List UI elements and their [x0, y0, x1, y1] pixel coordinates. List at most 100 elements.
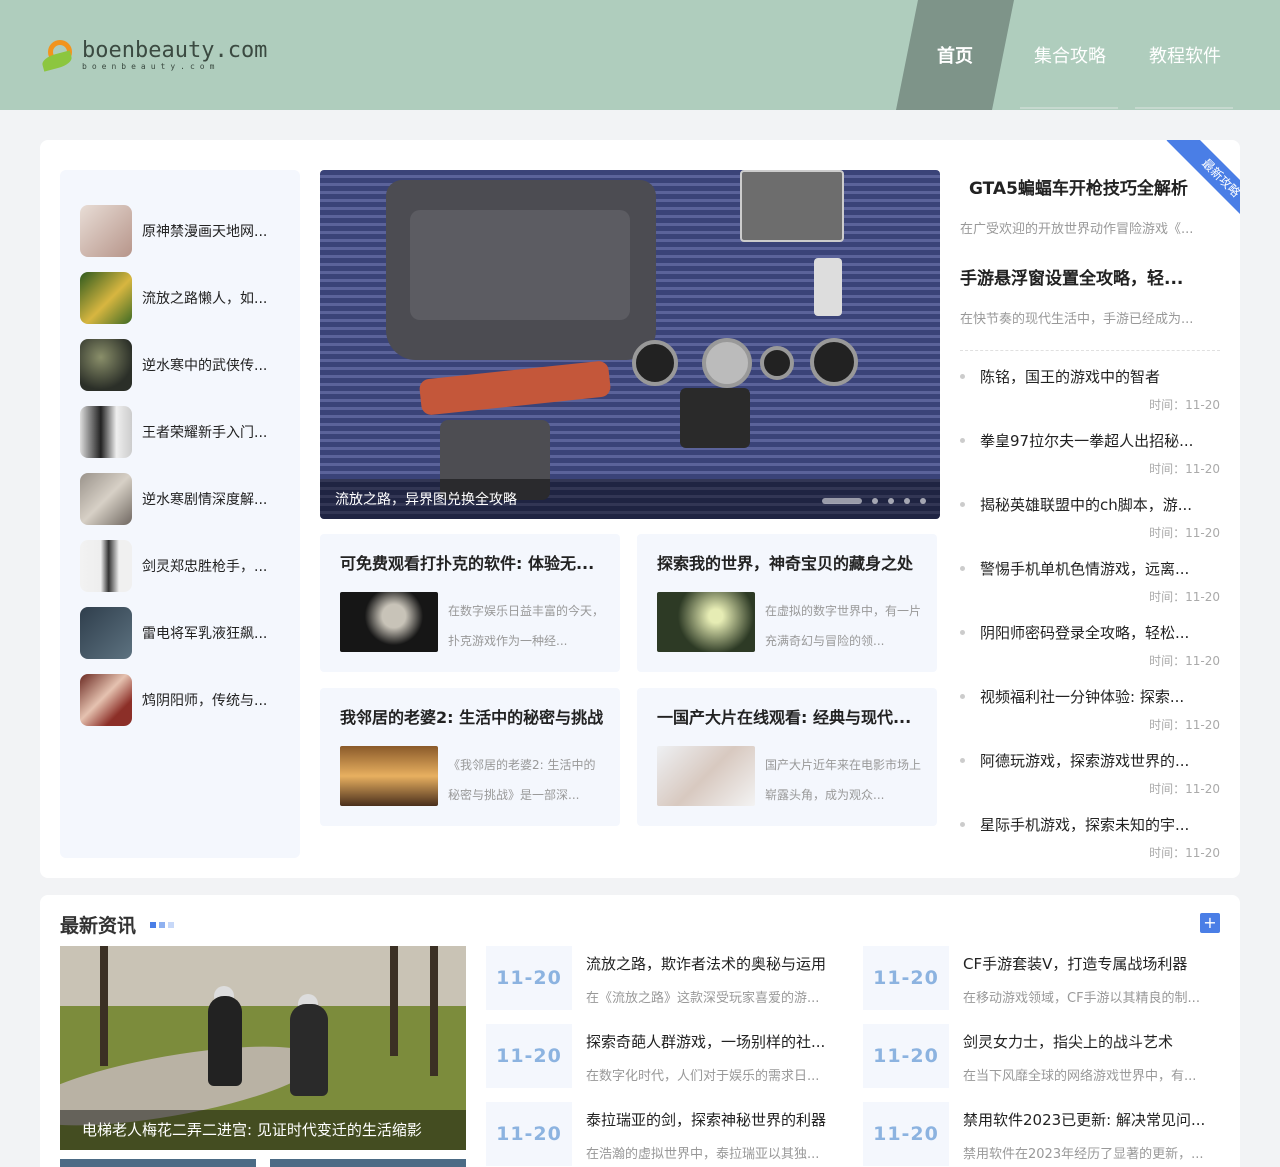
latest-item[interactable]: 11-20 探索奇葩人群游戏，一场别样的社... 在数字化时代，人们对于娱乐的需…	[486, 1024, 846, 1088]
nav-guides[interactable]: 集合攻略	[1034, 42, 1106, 68]
news-date: 时间：11-20	[1149, 782, 1220, 796]
sidebar-item[interactable]: 逆水寒中的武侠传...	[80, 339, 290, 391]
top-panel: 原神禁漫画天地网... 流放之路懒人，如... 逆水寒中的武侠传... 王者荣耀…	[40, 140, 1240, 878]
sidebar-thumb	[80, 473, 132, 525]
nav-home[interactable]: 首页	[937, 42, 973, 68]
slider-dot[interactable]	[888, 498, 894, 504]
news-title[interactable]: 阿德玩游戏，探索游戏世界的...	[980, 750, 1218, 771]
date-badge: 11-20	[863, 946, 949, 1010]
news-list-item[interactable]: 陈铭，国王的游戏中的智者 时间：11-20	[960, 366, 1220, 416]
hero-slider[interactable]: 流放之路，异界图兑换全攻略	[320, 170, 940, 519]
sidebar-item[interactable]: 王者荣耀新手入门...	[80, 406, 290, 458]
section-title: 最新资讯	[60, 915, 137, 937]
sidebar-item[interactable]: 雷电将军乳液狂飙...	[80, 607, 290, 659]
latest-item[interactable]: 11-20 泰拉瑞亚的剑，探索神秘世界的利器 在浩瀚的虚拟世界中，泰拉瑞亚以其独…	[486, 1102, 846, 1166]
news-list-item[interactable]: 揭秘英雄联盟中的ch脚本，游... 时间：11-20	[960, 494, 1220, 544]
latest-desc: 在数字化时代，人们对于娱乐的需求日...	[586, 1069, 820, 1084]
card-desc: 在虚拟的数字世界中，有一片充满奇幻与冒险的领...	[765, 604, 921, 648]
latest-desc: 禁用软件在2023年经历了显著的更新，...	[963, 1147, 1204, 1162]
sidebar-thumb	[80, 272, 132, 324]
latest-title[interactable]: CF手游套装V，打造专属战场利器	[963, 953, 1221, 974]
logo-icon	[40, 38, 76, 74]
news-date: 时间：11-20	[1149, 398, 1220, 412]
sidebar: 原神禁漫画天地网... 流放之路懒人，如... 逆水寒中的武侠传... 王者荣耀…	[60, 170, 300, 858]
featured-desc: 在广受欢迎的开放世界动作冒险游戏《...	[960, 222, 1194, 237]
latest-news-section: 最新资讯 + 电梯老人梅花二弄二进宫: 见证时代变迁的生活缩影 11-20 流放…	[40, 895, 1240, 1167]
news-date: 时间：11-20	[1149, 462, 1220, 476]
latest-title[interactable]: 剑灵女力士，指尖上的战斗艺术	[963, 1031, 1221, 1052]
news-title[interactable]: 揭秘英雄联盟中的ch脚本，游...	[980, 494, 1218, 515]
latest-title[interactable]: 泰拉瑞亚的剑，探索神秘世界的利器	[586, 1109, 844, 1130]
card-title[interactable]: 可免费观看打扑克的软件: 体验无...	[340, 550, 604, 574]
card-title[interactable]: 探索我的世界，神奇宝贝的藏身之处	[657, 550, 921, 574]
card-thumb[interactable]	[340, 746, 438, 806]
card-title[interactable]: 我邻居的老婆2: 生活中的秘密与挑战	[340, 704, 604, 728]
date-badge: 11-20	[863, 1024, 949, 1088]
news-list-item[interactable]: 阴阳师密码登录全攻略，轻松... 时间：11-20	[960, 622, 1220, 672]
featured-title[interactable]: 手游悬浮窗设置全攻略，轻...	[960, 264, 1210, 289]
latest-title[interactable]: 禁用软件2023已更新: 解决常见问...	[963, 1109, 1221, 1130]
sidebar-item-label: 流放之路懒人，如...	[142, 291, 268, 307]
slider-dot[interactable]	[920, 498, 926, 504]
latest-item[interactable]: 11-20 CF手游套装V，打造专属战场利器 在移动游戏领域，CF手游以其精良的…	[863, 946, 1223, 1010]
latest-item[interactable]: 11-20 流放之路，欺诈者法术的奥秘与运用 在《流放之路》这款深受玩家喜爱的游…	[486, 946, 846, 1010]
news-title[interactable]: 警惕手机单机色情游戏，远离...	[980, 558, 1218, 579]
latest-item[interactable]: 11-20 禁用软件2023已更新: 解决常见问... 禁用软件在2023年经历…	[863, 1102, 1223, 1166]
card-desc: 《我邻居的老婆2: 生活中的秘密与挑战》是一部深...	[448, 758, 596, 802]
site-logo[interactable]: boenbeauty.com boenbeauty.com	[40, 38, 268, 74]
article-card[interactable]: 一国产大片在线观看: 经典与现代... 国产大片近年来在电影市场上崭露头角，成为…	[637, 688, 937, 826]
news-title[interactable]: 星际手机游戏，探索未知的宇...	[980, 814, 1218, 835]
latest-feature-image[interactable]: 电梯老人梅花二弄二进宫: 见证时代变迁的生活缩影	[60, 946, 466, 1150]
news-list-item[interactable]: 阿德玩游戏，探索游戏世界的... 时间：11-20	[960, 750, 1220, 800]
news-title[interactable]: 拳皇97拉尔夫一拳超人出招秘...	[980, 430, 1218, 451]
news-title[interactable]: 视频福利社一分钟体验: 探索...	[980, 686, 1218, 707]
slider-dot[interactable]	[822, 498, 862, 504]
more-plus-button[interactable]: +	[1200, 913, 1220, 933]
sidebar-thumb	[80, 540, 132, 592]
sidebar-item[interactable]: 逆水寒剧情深度解...	[80, 473, 290, 525]
news-list-item[interactable]: 拳皇97拉尔夫一拳超人出招秘... 时间：11-20	[960, 430, 1220, 480]
nav-software[interactable]: 教程软件	[1149, 42, 1221, 68]
news-title[interactable]: 阴阳师密码登录全攻略，轻松...	[980, 622, 1218, 643]
latest-title[interactable]: 流放之路，欺诈者法术的奥秘与运用	[586, 953, 844, 974]
article-card[interactable]: 探索我的世界，神奇宝贝的藏身之处 在虚拟的数字世界中，有一片充满奇幻与冒险的领.…	[637, 534, 937, 672]
latest-desc: 在浩瀚的虚拟世界中，泰拉瑞亚以其独...	[586, 1147, 820, 1162]
card-desc: 国产大片近年来在电影市场上崭露头角，成为观众...	[765, 758, 921, 802]
sidebar-thumb	[80, 674, 132, 726]
news-date: 时间：11-20	[1149, 718, 1220, 732]
sidebar-item-label: 剑灵郑忠胜枪手，...	[142, 559, 268, 575]
slider-dot[interactable]	[872, 498, 878, 504]
news-title[interactable]: 陈铭，国王的游戏中的智者	[980, 366, 1218, 387]
latest-item[interactable]: 11-20 剑灵女力士，指尖上的战斗艺术 在当下风靡全球的网络游戏世界中，有..…	[863, 1024, 1223, 1088]
nav-divider	[1020, 107, 1118, 109]
news-date: 时间：11-20	[1149, 526, 1220, 540]
sidebar-item-label: 王者荣耀新手入门...	[142, 425, 268, 441]
logo-text: boenbeauty.com	[82, 38, 268, 63]
news-list-item[interactable]: 警惕手机单机色情游戏，远离... 时间：11-20	[960, 558, 1220, 608]
slider-caption[interactable]: 流放之路，异界图兑换全攻略	[335, 489, 517, 509]
sidebar-item-label: 逆水寒剧情深度解...	[142, 492, 268, 508]
card-thumb[interactable]	[657, 746, 755, 806]
sidebar-item[interactable]: 原神禁漫画天地网...	[80, 205, 290, 257]
card-thumb[interactable]	[340, 592, 438, 652]
news-date: 时间：11-20	[1149, 846, 1220, 860]
date-badge: 11-20	[486, 1102, 572, 1166]
sidebar-thumb	[80, 406, 132, 458]
sidebar-item-label: 逆水寒中的武侠传...	[142, 358, 268, 374]
card-title[interactable]: 一国产大片在线观看: 经典与现代...	[657, 704, 921, 728]
feature-caption[interactable]: 电梯老人梅花二弄二进宫: 见证时代变迁的生活缩影	[82, 1119, 422, 1140]
news-list-item[interactable]: 星际手机游戏，探索未知的宇... 时间：11-20	[960, 814, 1220, 864]
news-list-item[interactable]: 视频福利社一分钟体验: 探索... 时间：11-20	[960, 686, 1220, 736]
news-date: 时间：11-20	[1149, 654, 1220, 668]
slider-dot[interactable]	[904, 498, 910, 504]
sidebar-item[interactable]: 鸩阴阳师，传统与...	[80, 674, 290, 726]
featured-title[interactable]: GTA5蝙蝠车开枪技巧全解析	[969, 174, 1219, 199]
sidebar-item[interactable]: 剑灵郑忠胜枪手，...	[80, 540, 290, 592]
card-thumb[interactable]	[657, 592, 755, 652]
sidebar-item[interactable]: 流放之路懒人，如...	[80, 272, 290, 324]
article-card[interactable]: 我邻居的老婆2: 生活中的秘密与挑战 《我邻居的老婆2: 生活中的秘密与挑战》是…	[320, 688, 620, 826]
article-card[interactable]: 可免费观看打扑克的软件: 体验无... 在数字娱乐日益丰富的今天，扑克游戏作为一…	[320, 534, 620, 672]
date-badge: 11-20	[486, 1024, 572, 1088]
sidebar-item-label: 鸩阴阳师，传统与...	[142, 693, 268, 709]
latest-title[interactable]: 探索奇葩人群游戏，一场别样的社...	[586, 1031, 844, 1052]
